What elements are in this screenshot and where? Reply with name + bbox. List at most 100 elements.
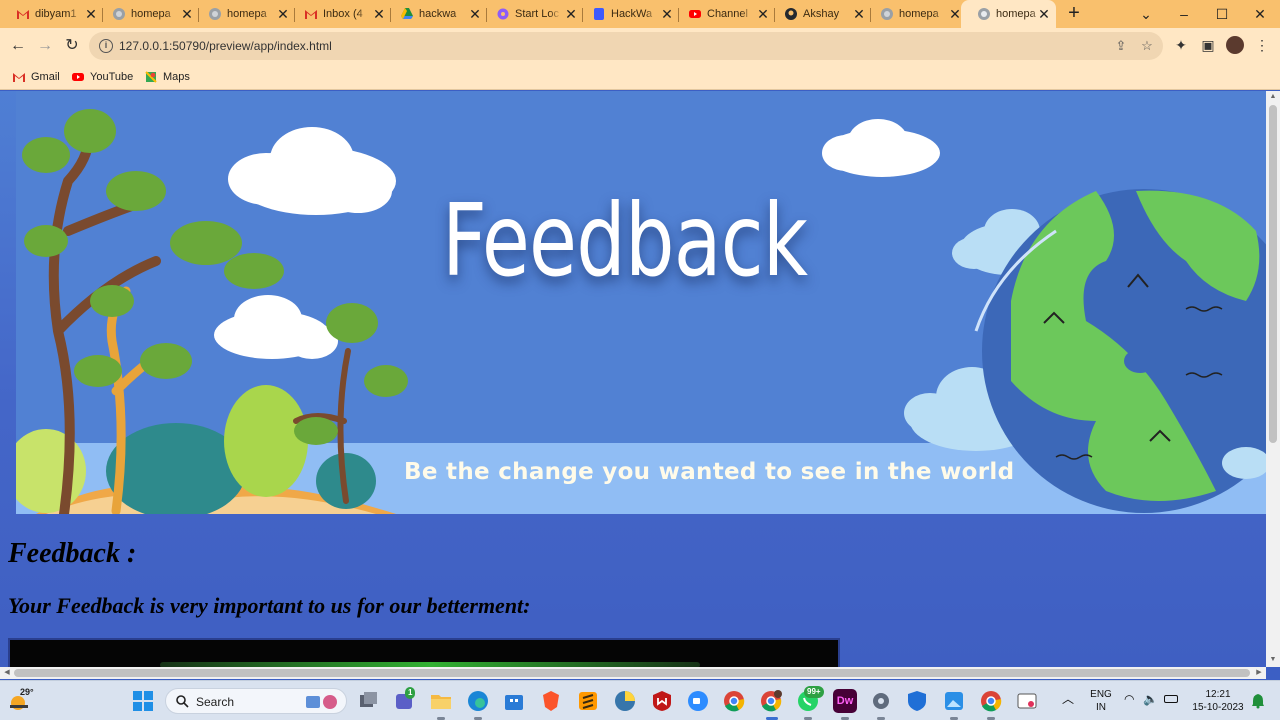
scroll-thumb[interactable]	[14, 669, 1250, 677]
photos-icon[interactable]	[942, 689, 966, 713]
task-view-icon[interactable]	[356, 689, 380, 713]
tab-9[interactable]: Akshay ✕	[768, 0, 871, 28]
taskbar-search[interactable]: Search	[165, 688, 347, 714]
page-viewport: Feedback Be the change you wanted to see…	[0, 91, 1266, 667]
vertical-scrollbar[interactable]: ▲ ▼	[1266, 91, 1280, 667]
doc-icon	[594, 8, 604, 20]
region-code: IN	[1096, 702, 1106, 713]
search-label: Search	[196, 695, 235, 709]
tab-title: homepa	[899, 8, 939, 20]
tab-title: HackWa	[611, 8, 653, 20]
maximize-icon[interactable]: ☐	[1212, 4, 1232, 24]
chrome-icon[interactable]	[722, 689, 746, 713]
tab-3[interactable]: homepa ✕	[192, 0, 295, 28]
bookmark-gmail[interactable]: Gmail	[12, 69, 60, 85]
windows-start-icon[interactable]	[131, 689, 155, 713]
scroll-down-icon[interactable]: ▼	[1269, 656, 1277, 664]
language-indicator[interactable]: ENG IN	[1088, 688, 1114, 714]
address-bar[interactable]: i 127.0.0.1:50790/preview/app/index.html…	[89, 32, 1163, 60]
scroll-thumb[interactable]	[1269, 105, 1277, 443]
bookmark-maps[interactable]: Maps	[144, 69, 190, 85]
forward-arrow-icon[interactable]: →	[35, 36, 55, 56]
settings-gear-icon[interactable]	[869, 689, 893, 713]
tab-title: dibyam1	[35, 8, 77, 20]
chrome-icon-2[interactable]	[979, 689, 1003, 713]
minimize-icon[interactable]: –	[1174, 4, 1194, 24]
globe-icon	[881, 8, 893, 20]
chrome-profile-icon[interactable]	[759, 689, 783, 713]
battery-icon[interactable]	[1164, 695, 1178, 703]
scroll-left-icon[interactable]: ◀	[2, 668, 12, 678]
zoom-icon[interactable]	[686, 689, 710, 713]
weather-widget[interactable]: 29°	[8, 687, 34, 713]
edge-icon[interactable]	[466, 689, 490, 713]
drive-icon	[401, 8, 413, 19]
show-hidden-icons-chevron[interactable]: ︿	[1062, 693, 1074, 706]
tab-5[interactable]: hackwa ✕	[384, 0, 487, 28]
gmail-icon	[305, 10, 317, 19]
bookmark-star-icon[interactable]: ☆	[1139, 38, 1155, 54]
tab-1[interactable]: dibyam1 ✕	[0, 0, 103, 28]
bookmark-label: Maps	[163, 71, 190, 83]
tab-11-active[interactable]: homepa ✕	[961, 0, 1056, 28]
reload-icon[interactable]: ↻	[62, 36, 82, 56]
gmail-icon	[17, 10, 29, 19]
scroll-right-icon[interactable]: ▶	[1254, 668, 1264, 678]
globe-icon	[113, 8, 125, 20]
tab-10[interactable]: homepa ✕	[864, 0, 967, 28]
dreamweaver-icon[interactable]: Dw	[833, 689, 857, 713]
video-panel[interactable]	[8, 638, 840, 667]
volume-icon[interactable]: 🔈	[1143, 693, 1158, 706]
tab-7[interactable]: HackWa ✕	[576, 0, 679, 28]
tab-4[interactable]: Inbox (4 ✕	[288, 0, 391, 28]
clock[interactable]: 12:21 15-10-2023	[1186, 688, 1250, 714]
wifi-icon[interactable]: ◠	[1124, 693, 1134, 706]
horizontal-scrollbar[interactable]: ◀ ▶	[0, 667, 1266, 679]
close-window-icon[interactable]: ✕	[1250, 4, 1270, 24]
windows-taskbar: 29° Search 1 99+ Dw ︿ ENG IN ◠ 🔈 12:21 1…	[0, 680, 1280, 720]
url-text[interactable]: 127.0.0.1:50790/preview/app/index.html	[119, 38, 332, 54]
close-icon[interactable]: ✕	[1036, 6, 1052, 22]
menu-kebab-icon[interactable]: ⋮	[1253, 36, 1271, 54]
tab-2[interactable]: homepa ✕	[96, 0, 199, 28]
profile-avatar[interactable]	[1226, 36, 1244, 54]
store-icon[interactable]	[502, 689, 526, 713]
banner-illustration	[16, 109, 1266, 514]
tab-title: Channel	[707, 8, 748, 20]
maps-icon	[145, 71, 157, 83]
scroll-up-icon[interactable]: ▲	[1269, 93, 1277, 101]
notification-bell-icon[interactable]	[1251, 693, 1265, 709]
tab-8[interactable]: Channel ✕	[672, 0, 775, 28]
new-tab-button[interactable]: +	[1064, 3, 1084, 24]
tab-6[interactable]: Start Loc ✕	[480, 0, 583, 28]
mcafee-icon[interactable]	[650, 689, 674, 713]
youtube-icon	[689, 10, 701, 18]
brave-icon[interactable]	[539, 689, 563, 713]
python-icon[interactable]	[613, 689, 637, 713]
tab-title: homepa	[227, 8, 267, 20]
youtube-icon	[72, 73, 84, 81]
side-panel-icon[interactable]: ▣	[1199, 36, 1217, 54]
extensions-icon[interactable]: ✦	[1172, 36, 1190, 54]
whatsapp-badge: 99+	[804, 686, 824, 698]
globe-icon	[209, 8, 221, 20]
gmail-icon	[13, 73, 25, 82]
back-arrow-icon[interactable]: ←	[8, 36, 28, 56]
sublime-icon[interactable]	[576, 689, 600, 713]
tab-title: hackwa	[419, 8, 457, 20]
tab-title: Inbox (4	[323, 8, 363, 20]
tab-search-icon[interactable]: ⌄	[1136, 4, 1156, 24]
share-icon[interactable]: ⇪	[1113, 38, 1129, 54]
page-heading: Feedback :	[8, 538, 137, 569]
language-code: ENG	[1090, 689, 1112, 700]
browser-toolbar: ← → ↻ i 127.0.0.1:50790/preview/app/inde…	[0, 28, 1280, 64]
banner-title: Feedback	[442, 182, 808, 299]
clock-date: 15-10-2023	[1192, 702, 1244, 713]
site-info-icon[interactable]: i	[99, 39, 113, 53]
defender-shield-icon[interactable]	[905, 689, 929, 713]
tab-title: Start Loc	[515, 8, 560, 20]
bookmark-youtube[interactable]: YouTube	[71, 69, 133, 85]
snipping-tool-icon[interactable]	[1015, 689, 1039, 713]
file-explorer-icon[interactable]	[429, 689, 453, 713]
search-icon	[176, 695, 189, 708]
